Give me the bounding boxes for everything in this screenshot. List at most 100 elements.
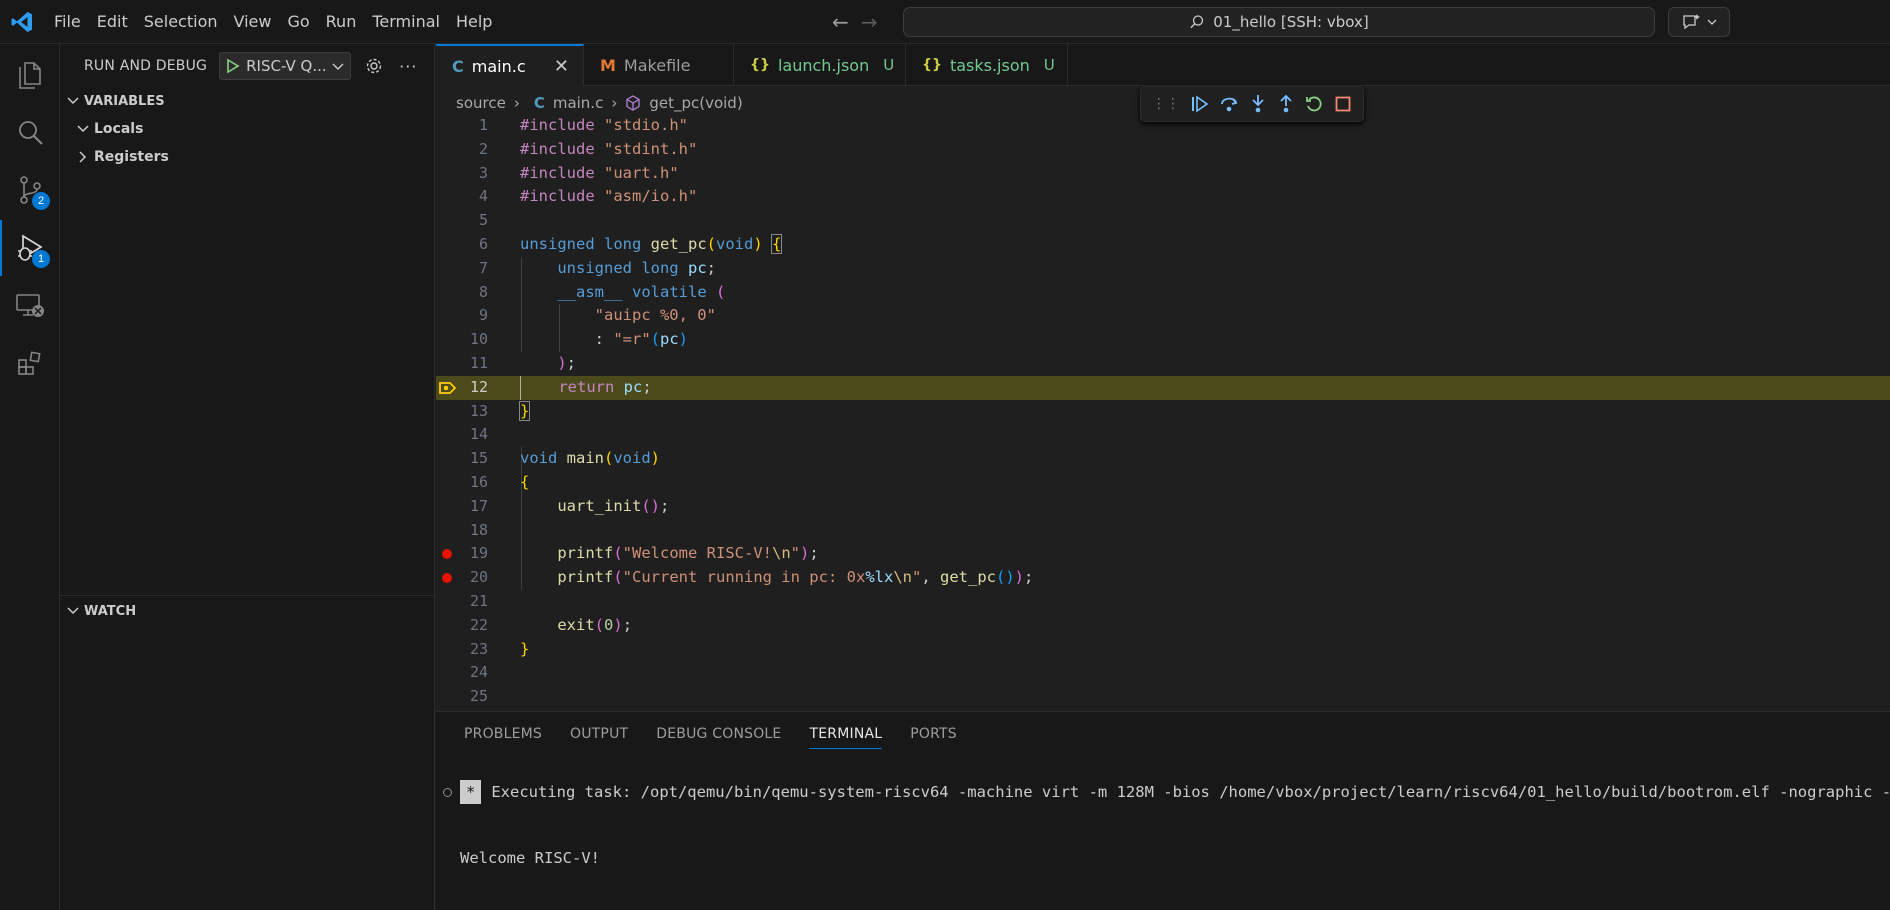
sidebar-header: RUN AND DEBUG RISC-V Q... ··· xyxy=(60,44,434,88)
code-line: 21 xyxy=(469,592,488,610)
step-into-icon[interactable] xyxy=(1249,94,1267,114)
debug-badge: 1 xyxy=(32,250,50,268)
menu-go[interactable]: Go xyxy=(279,7,317,37)
code-line: 1 #include "stdio.h" xyxy=(478,116,688,134)
terminal-task-line: * Executing task: /opt/qemu/bin/qemu-syst… xyxy=(460,780,1890,804)
terminal-output-line: Welcome RISC-V! xyxy=(460,849,600,867)
command-center-text: 01_hello [SSH: vbox] xyxy=(1213,13,1369,31)
scm-badge: 2 xyxy=(32,192,50,210)
tab-tasks-json[interactable]: {} tasks.json U xyxy=(906,44,1068,86)
menu-edit[interactable]: Edit xyxy=(89,7,136,37)
more-actions-icon[interactable]: ··· xyxy=(399,57,417,76)
method-icon xyxy=(626,95,640,111)
menu-help[interactable]: Help xyxy=(448,7,500,37)
search-icon xyxy=(1190,15,1204,29)
code-line: 17 uart_init(); xyxy=(469,496,670,515)
chevron-down-icon xyxy=(77,125,89,133)
tab-output[interactable]: OUTPUT xyxy=(556,712,642,756)
title-bar: File Edit Selection View Go Run Terminal… xyxy=(0,0,1890,44)
step-out-icon[interactable] xyxy=(1277,94,1295,114)
code-line: 16{ xyxy=(469,473,530,491)
code-line: 18 xyxy=(469,520,488,539)
c-file-icon: C xyxy=(533,94,545,112)
code-line: 9 "auipc %0, 0" xyxy=(478,306,716,325)
breadcrumb-symbol[interactable]: get_pc(void) xyxy=(649,94,742,112)
code-line: 24 xyxy=(469,663,488,682)
code-line: 13} xyxy=(469,400,531,421)
editor-tabs: C main.c ✕ M Makefile {} launch.json U {… xyxy=(436,44,1890,86)
c-file-icon: C xyxy=(452,56,464,76)
chat-sparkle-icon xyxy=(1683,14,1700,30)
variables-section-header[interactable]: VARIABLES xyxy=(60,89,435,113)
chevron-down-icon xyxy=(67,607,79,615)
tab-main-c[interactable]: C main.c ✕ xyxy=(436,44,584,86)
variables-header-label: VARIABLES xyxy=(84,93,165,109)
tab-terminal[interactable]: TERMINAL xyxy=(795,712,896,756)
restart-icon[interactable] xyxy=(1304,94,1324,114)
menu-file[interactable]: File xyxy=(46,7,89,37)
menu-view[interactable]: View xyxy=(226,7,280,37)
chevron-down-icon xyxy=(67,97,79,105)
tab-problems[interactable]: PROBLEMS xyxy=(450,712,556,756)
search-activity[interactable] xyxy=(0,104,60,160)
code-line: 10 : "=r"(pc) xyxy=(469,330,689,349)
tab-ports[interactable]: PORTS xyxy=(896,712,971,756)
command-center[interactable]: 01_hello [SSH: vbox] xyxy=(903,7,1655,37)
step-over-icon[interactable] xyxy=(1219,95,1239,113)
explorer-activity[interactable] xyxy=(0,46,60,102)
back-arrow-icon[interactable]: ← xyxy=(832,10,849,34)
close-icon[interactable]: ✕ xyxy=(554,56,569,77)
menu-terminal[interactable]: Terminal xyxy=(364,7,448,37)
code-line: 8 __asm__ volatile ( xyxy=(478,282,726,301)
watch-header-label: WATCH xyxy=(84,603,137,619)
registers-label: Registers xyxy=(94,149,169,165)
watch-section-header[interactable]: WATCH xyxy=(60,599,435,623)
extensions-icon xyxy=(18,351,41,375)
gear-icon[interactable] xyxy=(365,57,383,75)
continue-icon[interactable] xyxy=(1190,95,1210,113)
breadcrumb-folder[interactable]: source xyxy=(456,94,506,112)
locals-scope[interactable]: Locals xyxy=(76,117,143,141)
makefile-icon: M xyxy=(600,55,616,75)
run-debug-sidebar: RUN AND DEBUG RISC-V Q... ··· VARIABLES … xyxy=(60,44,435,910)
run-debug-activity[interactable]: 1 xyxy=(0,220,60,276)
tab-launch-json[interactable]: {} launch.json U xyxy=(734,44,906,86)
code-line: 3 #include "uart.h" xyxy=(478,163,679,182)
start-debugging-icon[interactable] xyxy=(226,58,240,74)
json-file-icon: {} xyxy=(922,57,942,73)
bottom-panel: PROBLEMS OUTPUT DEBUG CONSOLE TERMINAL P… xyxy=(436,711,1890,910)
task-star-badge: * xyxy=(460,780,482,804)
code-line: 14 xyxy=(469,425,488,444)
search-icon xyxy=(19,121,43,145)
remote-explorer-activity[interactable] xyxy=(0,278,60,334)
chevron-down-icon xyxy=(332,63,344,70)
code-line: 2 #include "stdint.h" xyxy=(478,139,698,158)
files-icon xyxy=(19,62,41,89)
breadcrumb-file[interactable]: main.c xyxy=(553,94,604,112)
menu-selection[interactable]: Selection xyxy=(136,7,226,37)
tab-makefile[interactable]: M Makefile xyxy=(584,44,734,86)
menu-run[interactable]: Run xyxy=(318,7,365,37)
stop-icon[interactable] xyxy=(1334,95,1352,113)
drag-handle-icon[interactable]: ⋮⋮ xyxy=(1152,96,1180,112)
extensions-activity[interactable] xyxy=(0,336,60,392)
code-line: 4 #include "asm/io.h" xyxy=(478,187,698,206)
untracked-indicator: U xyxy=(883,56,895,74)
json-file-icon: {} xyxy=(750,57,770,73)
code-line: 22 exit(0); xyxy=(469,615,633,634)
panel-tabs: PROBLEMS OUTPUT DEBUG CONSOLE TERMINAL P… xyxy=(450,712,971,756)
navigation-arrows: ← → xyxy=(832,10,878,34)
source-control-activity[interactable]: 2 xyxy=(0,162,60,218)
forward-arrow-icon[interactable]: → xyxy=(861,10,878,34)
chat-button[interactable] xyxy=(1668,7,1730,37)
debug-config-dropdown[interactable]: RISC-V Q... xyxy=(219,52,352,80)
vscode-logo-icon xyxy=(11,12,32,32)
menu-bar: File Edit Selection View Go Run Terminal… xyxy=(46,0,500,44)
code-line: 5 xyxy=(478,211,488,230)
code-line: 23} xyxy=(469,639,530,658)
tab-debug-console[interactable]: DEBUG CONSOLE xyxy=(642,712,795,756)
registers-scope[interactable]: Registers xyxy=(76,145,169,169)
activity-bar: 2 1 xyxy=(0,44,60,910)
tab-label: Makefile xyxy=(623,55,691,75)
chevron-down-icon xyxy=(1707,19,1717,25)
